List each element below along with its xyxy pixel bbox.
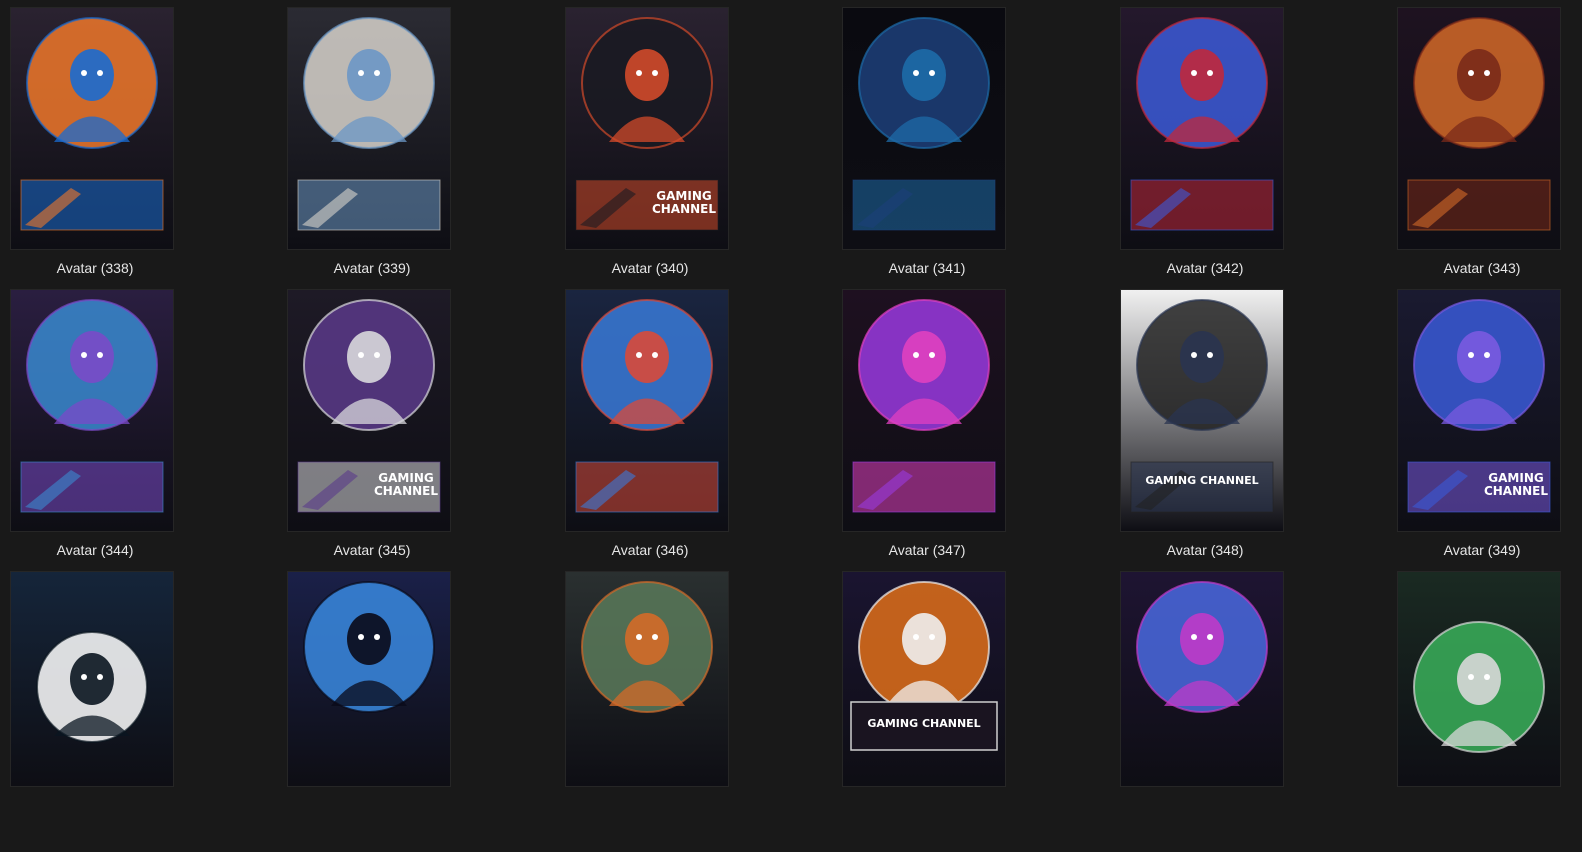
file-thumbnail-item[interactable]	[1110, 572, 1300, 852]
space-trooper-avatar-icon	[566, 290, 728, 531]
file-thumbnail-item[interactable]: Avatar (346)	[555, 290, 745, 570]
thumbnail-image[interactable]	[566, 290, 728, 531]
storm-knight-avatar-icon	[288, 572, 450, 786]
file-name-label: Avatar (339)	[333, 260, 411, 276]
file-name-label: Avatar (340)	[611, 260, 689, 276]
thumbnail-image[interactable]	[11, 8, 173, 249]
banner-text: GAMING	[378, 471, 433, 485]
file-thumbnail-item[interactable]: GAMING CHANNEL Avatar (348)	[1110, 290, 1300, 570]
thumbnail-grid: Avatar (338) Avatar (339) GAMING CHANNEL Ava…	[0, 0, 1582, 804]
thumbnail-image[interactable]	[1398, 8, 1560, 249]
elf-warrior-avatar-icon	[566, 572, 728, 786]
thumbnail-image[interactable]: GAMING CHANNEL	[288, 290, 450, 531]
anime-gamer-avatar-icon	[843, 290, 1005, 531]
file-name-label: Avatar (338)	[56, 260, 134, 276]
file-thumbnail-item[interactable]	[555, 572, 745, 852]
file-thumbnail-item[interactable]: GAMING CHANNEL Avatar (340)	[555, 8, 745, 288]
thumbnail-image[interactable]	[288, 8, 450, 249]
thumbnail-image[interactable]	[11, 572, 173, 786]
file-name-label: Avatar (342)	[1166, 260, 1244, 276]
file-name-label: Avatar (343)	[1443, 260, 1521, 276]
file-thumbnail-item[interactable]: Avatar (343)	[1387, 8, 1577, 288]
file-thumbnail-item[interactable]: Avatar (342)	[1110, 8, 1300, 288]
file-thumbnail-item[interactable]	[277, 572, 467, 852]
file-thumbnail-item[interactable]: Avatar (338)	[0, 8, 190, 288]
skull-cap-kid-avatar-icon	[11, 290, 173, 531]
file-name-label: Avatar (346)	[611, 542, 689, 558]
thumbnail-image[interactable]: GAMING CHANNEL	[1121, 290, 1283, 531]
file-thumbnail-item[interactable]: GAMING CHANNEL	[832, 572, 1022, 852]
file-thumbnail-item[interactable]	[1387, 572, 1577, 852]
file-thumbnail-item[interactable]: GAMING CHANNEL Avatar (345)	[277, 290, 467, 570]
hooded-warrior-avatar-icon	[1398, 8, 1560, 249]
file-thumbnail-item[interactable]: Avatar (347)	[832, 290, 1022, 570]
hooded-cyber-avatar-icon	[843, 8, 1005, 249]
file-name-label: Avatar (344)	[56, 542, 134, 558]
file-thumbnail-item[interactable]: Avatar (339)	[277, 8, 467, 288]
thumbnail-image[interactable]: GAMING CHANNEL	[566, 8, 728, 249]
thumbnail-image[interactable]	[843, 8, 1005, 249]
hoodie-boy-avatar-icon: GAMING CHANNEL	[1121, 290, 1283, 531]
banner-text: GAMING	[1488, 471, 1543, 485]
thumbnail-image[interactable]	[843, 290, 1005, 531]
cyber-hood-avatar-icon: GAMINGCHANNEL	[1398, 290, 1560, 531]
eyepatch-gamer-avatar-icon: GAMING CHANNEL	[843, 572, 1005, 786]
thumbnail-image[interactable]	[1121, 572, 1283, 786]
banner-text: CHANNEL	[1484, 484, 1548, 498]
thumbnail-image[interactable]: GAMING CHANNEL	[843, 572, 1005, 786]
gamer-headset-avatar-icon	[11, 8, 173, 249]
hooded-assassin-avatar-icon: GAMINGCHANNEL	[566, 8, 728, 249]
banner-text: CHANNEL	[374, 484, 438, 498]
thumbnail-image[interactable]	[288, 572, 450, 786]
file-thumbnail-item[interactable]: GAMING CHANNEL Avatar (349)	[1387, 290, 1577, 570]
banner-text: GAMING	[656, 189, 711, 203]
file-name-label: Avatar (348)	[1166, 542, 1244, 558]
file-thumbnail-item[interactable]: Avatar (341)	[832, 8, 1022, 288]
thumbnail-image[interactable]	[566, 572, 728, 786]
thumbnail-image[interactable]: GAMING CHANNEL	[1398, 290, 1560, 531]
file-name-label: Avatar (349)	[1443, 542, 1521, 558]
thumbnail-image[interactable]	[11, 290, 173, 531]
file-name-label: Avatar (341)	[888, 260, 966, 276]
file-name-label: Avatar (345)	[333, 542, 411, 558]
file-thumbnail-item[interactable]	[0, 572, 190, 852]
banner-text: GAMING CHANNEL	[867, 717, 980, 730]
thumbnail-image[interactable]	[1121, 8, 1283, 249]
masked-reaper-avatar-icon: GAMINGCHANNEL	[288, 290, 450, 531]
banner-text: CHANNEL	[652, 202, 716, 216]
helmet-ninja-avatar-icon	[288, 8, 450, 249]
banner-text: GAMING CHANNEL	[1145, 474, 1258, 487]
soldier-headset-avatar-icon	[1398, 572, 1560, 786]
file-thumbnail-item[interactable]: Avatar (344)	[0, 290, 190, 570]
file-name-label: Avatar (347)	[888, 542, 966, 558]
speed-runner-avatar-icon	[1121, 8, 1283, 249]
thumbnail-image[interactable]	[1398, 572, 1560, 786]
white-silhouette-avatar-icon	[11, 572, 173, 786]
grinning-monster-avatar-icon	[1121, 572, 1283, 786]
